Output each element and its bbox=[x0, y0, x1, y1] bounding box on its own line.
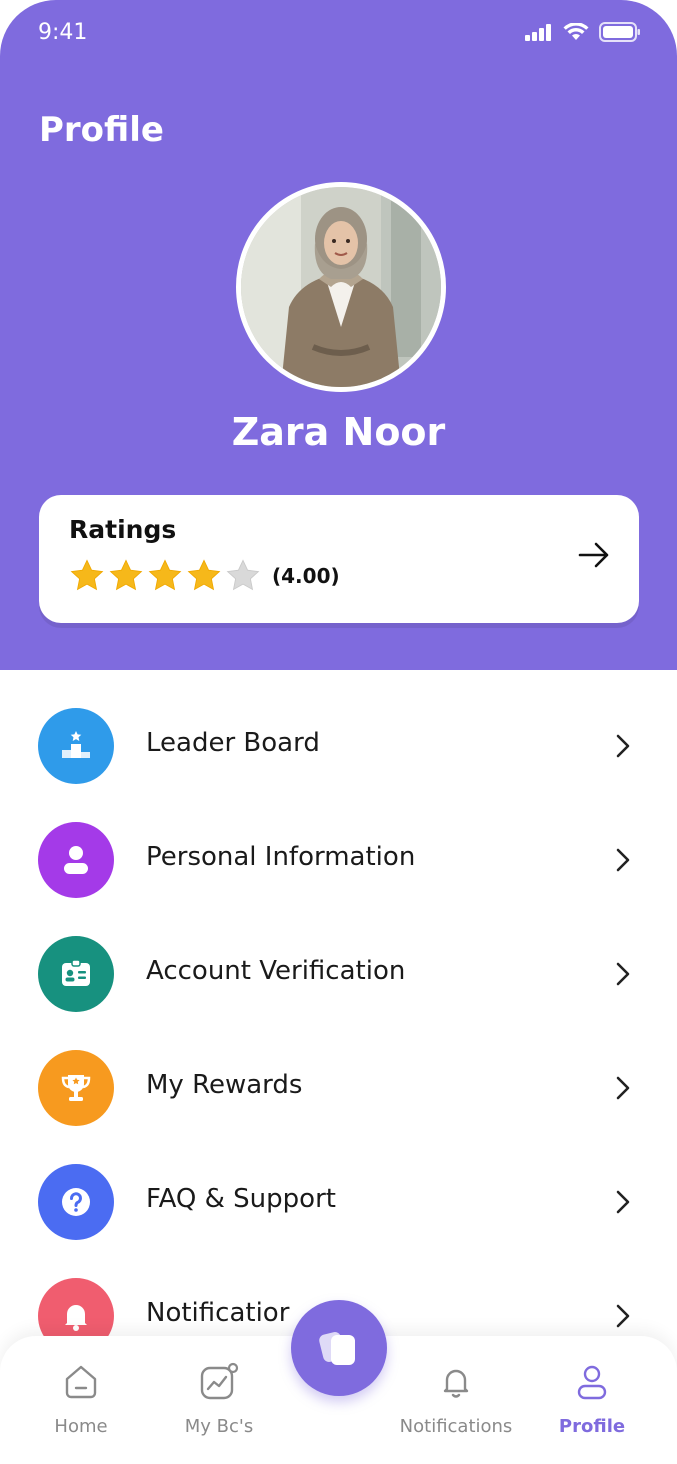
phone-screen: 9:41 Profile Zara Noor Ratings (4.00) Le… bbox=[0, 0, 677, 1464]
ratings-card[interactable]: Ratings (4.00) bbox=[39, 495, 639, 623]
star-filled-icon bbox=[187, 559, 221, 591]
menu-item-personal-information[interactable]: Personal Information bbox=[0, 804, 677, 904]
status-time: 9:41 bbox=[38, 20, 88, 45]
chevron-right-icon bbox=[616, 962, 630, 986]
menu-item-account-verification[interactable]: Account Verification bbox=[0, 918, 677, 1018]
menu-item-faq-support[interactable]: FAQ & Support bbox=[0, 1146, 677, 1246]
nav-label: Home bbox=[54, 1416, 108, 1437]
menu-item-label: My Rewards bbox=[146, 1070, 303, 1100]
chevron-right-icon bbox=[616, 734, 630, 758]
id-card-icon bbox=[38, 936, 114, 1012]
menu-item-my-rewards[interactable]: My Rewards bbox=[0, 1032, 677, 1132]
chevron-right-icon bbox=[616, 1190, 630, 1214]
user-icon bbox=[38, 822, 114, 898]
signal-icon bbox=[525, 24, 551, 41]
chevron-right-icon bbox=[616, 1076, 630, 1100]
wifi-icon bbox=[563, 23, 589, 40]
chart-icon bbox=[200, 1362, 239, 1400]
bell-outline-icon bbox=[443, 1369, 469, 1398]
user-name: Zara Noor bbox=[231, 410, 446, 454]
menu-item-label: FAQ & Support bbox=[146, 1184, 336, 1214]
nav-label: My Bc's bbox=[184, 1416, 254, 1437]
rating-stars: (4.00) bbox=[69, 559, 340, 593]
center-action-button[interactable] bbox=[291, 1300, 387, 1396]
star-filled-icon bbox=[148, 559, 182, 591]
avatar[interactable] bbox=[236, 182, 446, 392]
profile-icon bbox=[577, 1365, 607, 1400]
cards-icon bbox=[319, 1332, 355, 1365]
home-icon bbox=[65, 1365, 97, 1399]
ratings-label: Ratings bbox=[69, 515, 177, 544]
podium-icon bbox=[38, 708, 114, 784]
rating-value: (4.00) bbox=[272, 564, 340, 588]
status-icons bbox=[525, 22, 641, 42]
page-title: Profile bbox=[39, 110, 164, 150]
nav-notifications[interactable]: Notifications bbox=[391, 1362, 521, 1437]
nav-label: Notifications bbox=[399, 1416, 513, 1437]
nav-label: Profile bbox=[558, 1416, 626, 1437]
trophy-icon bbox=[38, 1050, 114, 1126]
menu-item-label: Notificatior bbox=[146, 1298, 290, 1328]
nav-profile[interactable]: Profile bbox=[527, 1362, 657, 1437]
star-filled-icon bbox=[70, 559, 104, 591]
menu-item-label: Leader Board bbox=[146, 728, 320, 758]
nav-my-bcs[interactable]: My Bc's bbox=[154, 1362, 284, 1437]
question-icon bbox=[38, 1164, 114, 1240]
menu-item-leader-board[interactable]: Leader Board bbox=[0, 690, 677, 790]
star-filled-icon bbox=[109, 559, 143, 591]
chevron-right-icon bbox=[616, 848, 630, 872]
battery-icon bbox=[599, 22, 640, 42]
star-empty-icon bbox=[226, 559, 260, 591]
chevron-right-icon bbox=[616, 1304, 630, 1328]
arrow-right-icon[interactable] bbox=[577, 540, 611, 570]
menu-item-label: Account Verification bbox=[146, 956, 406, 986]
nav-home[interactable]: Home bbox=[16, 1362, 146, 1437]
menu-item-label: Personal Information bbox=[146, 842, 416, 872]
profile-header: 9:41 Profile Zara Noor Ratings (4.00) bbox=[0, 0, 677, 670]
avatar-photo bbox=[241, 187, 441, 387]
